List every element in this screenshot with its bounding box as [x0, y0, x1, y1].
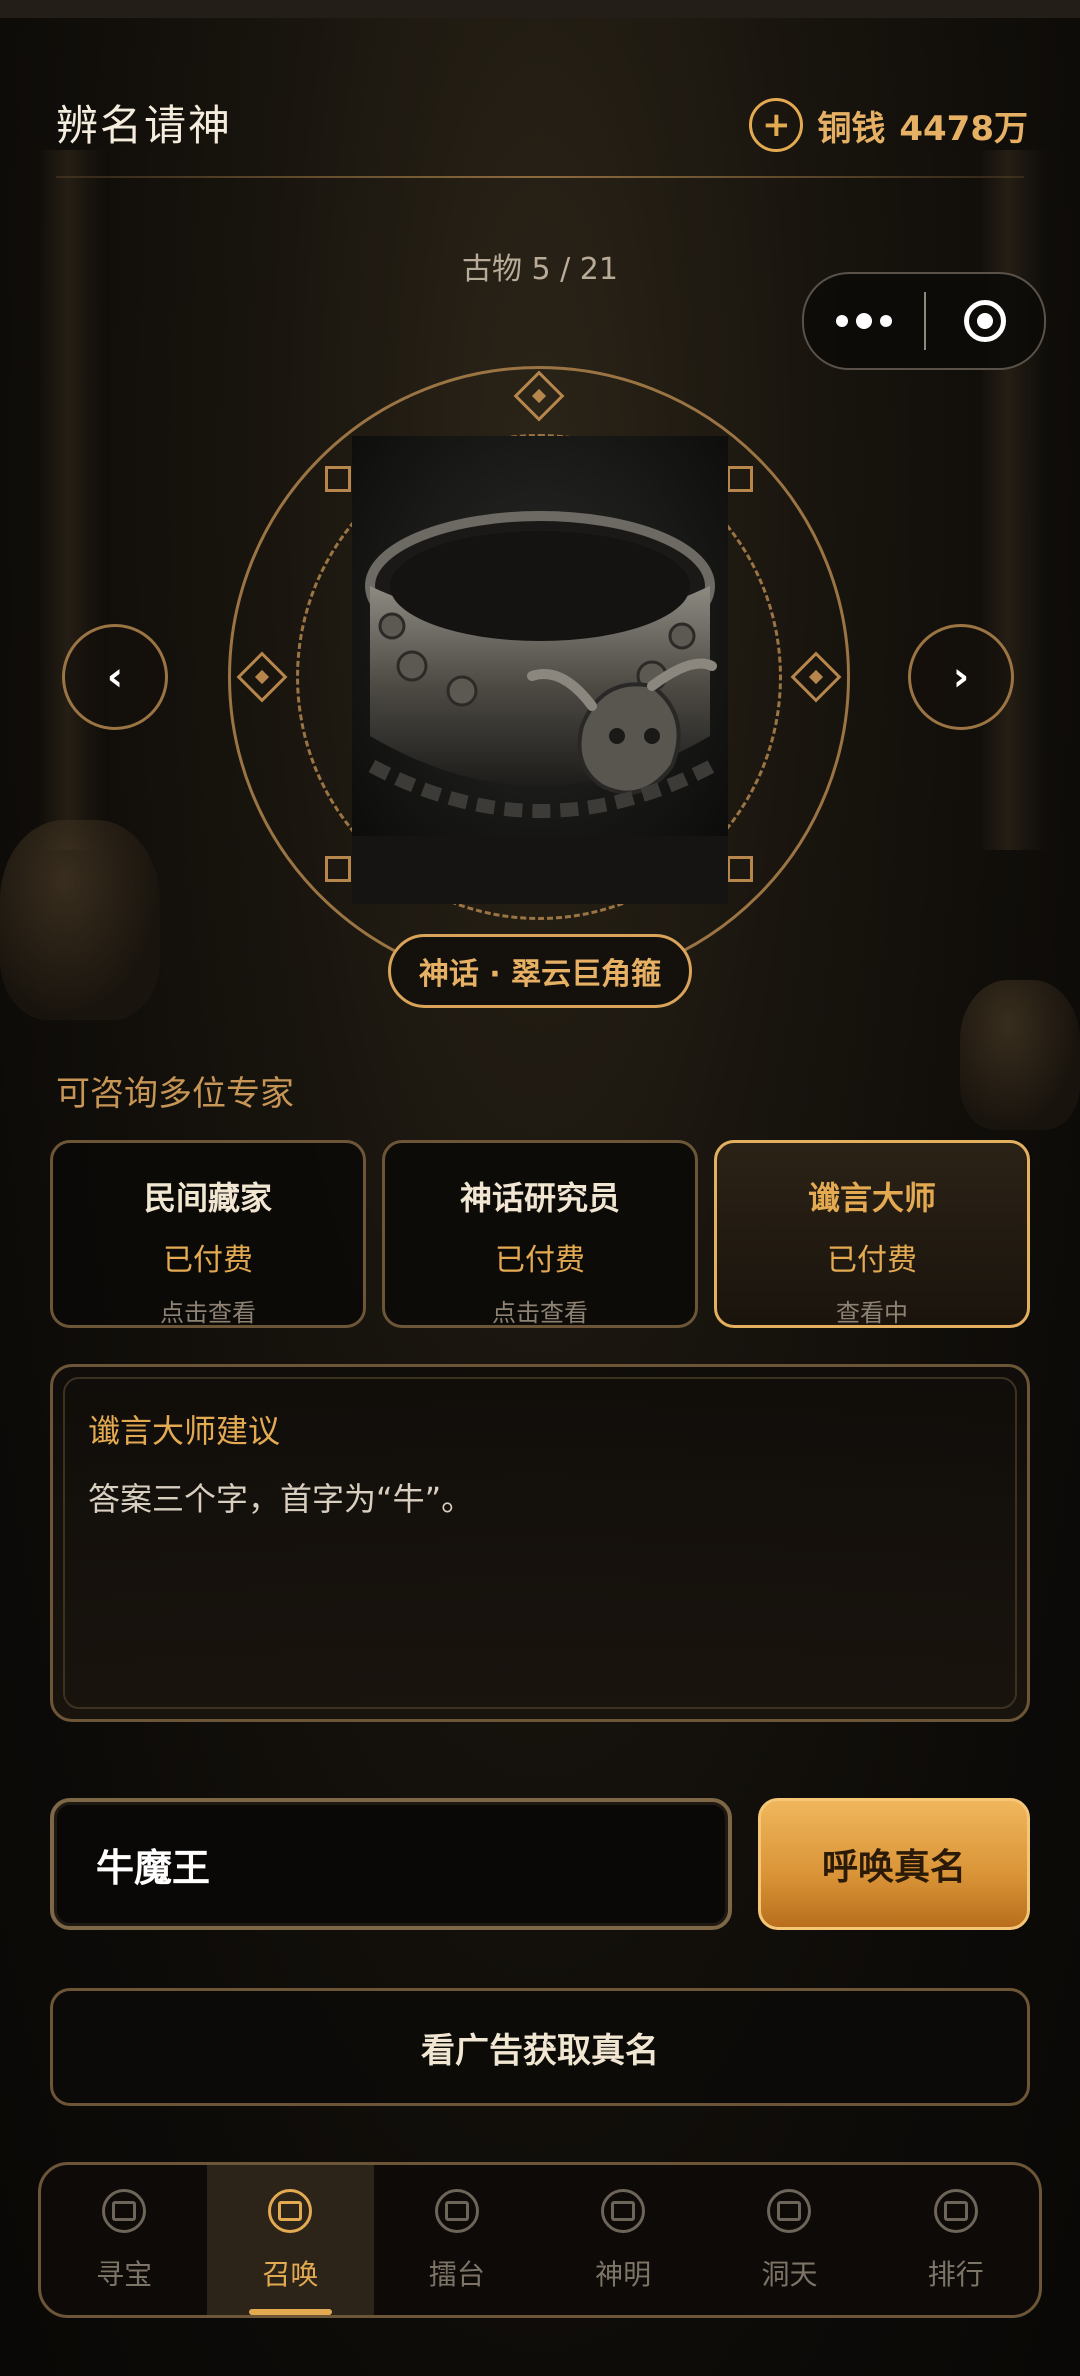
add-coin-icon[interactable]: +: [749, 98, 804, 152]
status-strip: [0, 0, 1080, 18]
summon-icon: [268, 2189, 313, 2233]
header-divider: [56, 176, 1024, 178]
expert-status: 已付费: [827, 1243, 917, 1278]
tab-label: 排行: [927, 2258, 984, 2291]
coin-label: 铜钱: [817, 108, 886, 149]
page-title: 辨名请神: [56, 101, 233, 150]
tab-label: 洞天: [761, 2258, 818, 2291]
miniprogram-capsule: [802, 272, 1046, 370]
cave-icon: [767, 2189, 812, 2233]
tab-label: 擂台: [428, 2258, 485, 2291]
coin-value: 4478万: [899, 108, 1028, 149]
ranking-icon: [933, 2189, 978, 2233]
relic-image: [352, 436, 728, 904]
expert-card-folk-collector[interactable]: 民间藏家 已付费 点击查看: [50, 1140, 366, 1328]
expert-status: 已付费: [495, 1243, 585, 1278]
bottom-tab-bar: 寻宝 召唤 擂台 神明 洞天 排行: [38, 2162, 1042, 2318]
expert-card-prophecy-master[interactable]: 谶言大师 已付费 查看中: [714, 1140, 1030, 1328]
tab-summon[interactable]: 召唤: [207, 2165, 374, 2315]
tab-label: 召唤: [262, 2258, 319, 2291]
expert-hint: 点击查看: [492, 1299, 588, 1327]
coin-balance: + 铜钱 4478万: [749, 98, 1028, 152]
frame-corner: [325, 856, 351, 882]
tab-ranking[interactable]: 排行: [873, 2165, 1039, 2315]
expert-card-myth-researcher[interactable]: 神话研究员 已付费 点击查看: [382, 1140, 698, 1328]
answer-input[interactable]: 牛魔王: [50, 1798, 732, 1930]
frame-corner: [325, 466, 351, 492]
more-menu-icon[interactable]: [804, 274, 924, 368]
expert-status: 已付费: [163, 1243, 253, 1278]
frame-corner: [727, 466, 753, 492]
expert-name: 民间藏家: [143, 1179, 272, 1217]
tab-treasure[interactable]: 寻宝: [41, 2165, 207, 2315]
treasure-icon: [102, 2189, 147, 2233]
tab-arena[interactable]: 擂台: [374, 2165, 540, 2315]
tab-label: 神明: [595, 2258, 652, 2291]
relic-name-badge: 神话 · 翠云巨角箍: [388, 934, 692, 1008]
close-miniprogram-icon[interactable]: [926, 274, 1044, 368]
expert-name: 谶言大师: [807, 1179, 936, 1217]
arena-icon: [434, 2189, 479, 2233]
expert-hint: 查看中: [836, 1299, 908, 1327]
previous-relic-button[interactable]: ‹: [62, 624, 168, 730]
tab-cave[interactable]: 洞天: [706, 2165, 872, 2315]
expert-name: 神话研究员: [459, 1179, 620, 1217]
summon-button[interactable]: 呼唤真名: [758, 1798, 1030, 1930]
experts-heading: 可咨询多位专家: [56, 1074, 294, 1114]
background-urn: [0, 820, 160, 1020]
deity-icon: [601, 2189, 646, 2233]
advice-text: 答案三个字，首字为“牛”。: [88, 1480, 474, 1518]
expert-hint: 点击查看: [160, 1299, 256, 1327]
advice-title: 谶言大师建议: [88, 1412, 281, 1450]
next-relic-button[interactable]: ›: [908, 624, 1014, 730]
background-urn: [960, 980, 1080, 1130]
frame-corner: [727, 856, 753, 882]
tab-deity[interactable]: 神明: [540, 2165, 706, 2315]
tab-label: 寻宝: [96, 2258, 153, 2291]
watch-ad-button[interactable]: 看广告获取真名: [50, 1988, 1030, 2106]
